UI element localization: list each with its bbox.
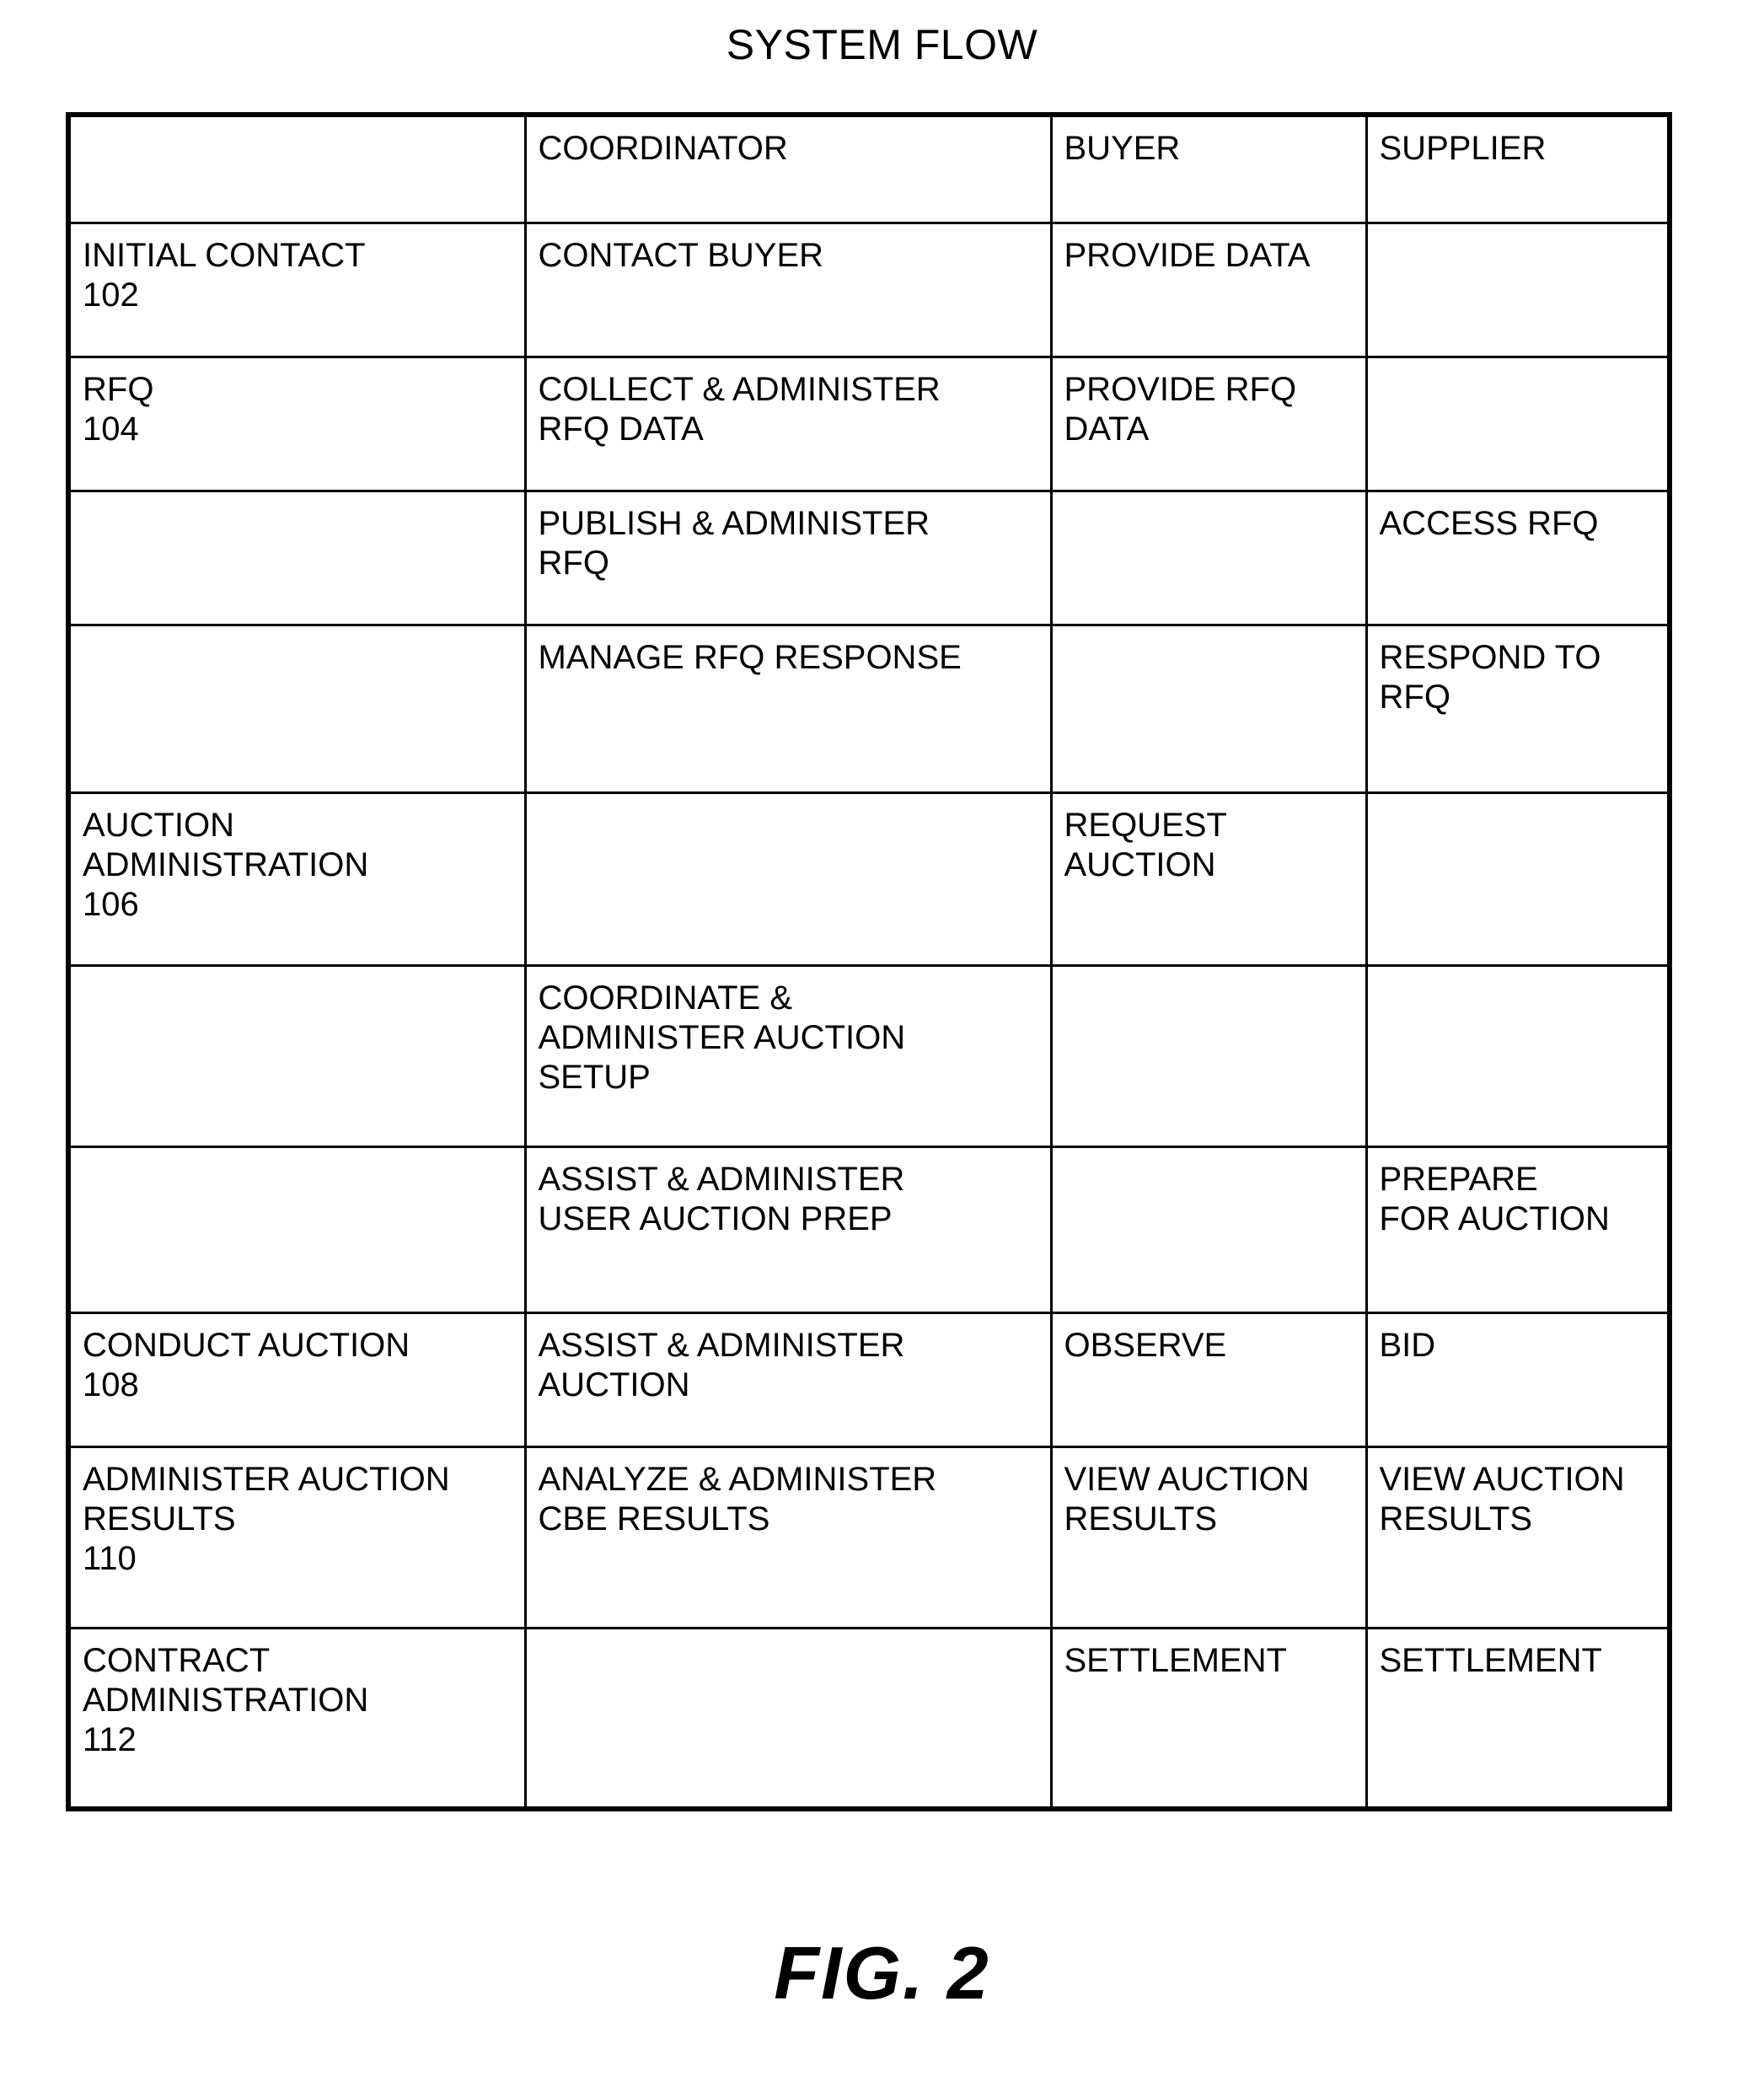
cell-supplier <box>1365 356 1671 492</box>
cell-buyer: SETTLEMENT <box>1049 1627 1368 1811</box>
cell-phase: INITIAL CONTACT 102 <box>67 222 527 358</box>
cell-supplier: ACCESS RFQ <box>1365 490 1671 626</box>
table-row: CONTRACT ADMINISTRATION 112 SETTLEMENT S… <box>67 1627 1671 1811</box>
cell-coordinator: COLLECT & ADMINISTER RFQ DATA <box>523 356 1053 492</box>
column-header-phase <box>67 113 527 224</box>
cell-supplier: RESPOND TO RFQ <box>1365 624 1671 794</box>
cell-buyer: PROVIDE DATA <box>1049 222 1368 358</box>
figure-caption: FIG. 2 <box>774 1931 990 2015</box>
cell-coordinator <box>523 791 1053 967</box>
table-row: INITIAL CONTACT 102 CONTACT BUYER PROVID… <box>67 222 1671 358</box>
cell-phase: CONTRACT ADMINISTRATION 112 <box>67 1627 527 1811</box>
cell-phase <box>67 1146 527 1314</box>
cell-phase <box>67 624 527 794</box>
cell-supplier: PREPARE FOR AUCTION <box>1365 1146 1671 1314</box>
cell-phase: AUCTION ADMINISTRATION 106 <box>67 791 527 967</box>
table-row: COORDINATE & ADMINISTER AUCTION SETUP <box>67 964 1671 1148</box>
system-flow-table: COORDINATOR BUYER SUPPLIER INITIAL CONTA… <box>66 112 1672 1811</box>
cell-coordinator: COORDINATE & ADMINISTER AUCTION SETUP <box>523 964 1053 1148</box>
column-header-buyer: BUYER <box>1049 113 1368 224</box>
cell-supplier: BID <box>1365 1312 1671 1448</box>
cell-supplier: SETTLEMENT <box>1365 1627 1671 1811</box>
cell-supplier <box>1365 964 1671 1148</box>
cell-buyer <box>1049 1146 1368 1314</box>
table-row: MANAGE RFQ RESPONSE RESPOND TO RFQ <box>67 624 1671 794</box>
cell-coordinator: ANALYZE & ADMINISTER CBE RESULTS <box>523 1446 1053 1629</box>
table-row: CONDUCT AUCTION 108 ASSIST & ADMINISTER … <box>67 1312 1671 1448</box>
cell-supplier <box>1365 791 1671 967</box>
column-header-coordinator: COORDINATOR <box>523 113 1053 224</box>
page-title: SYSTEM FLOW <box>726 21 1038 68</box>
cell-phase: ADMINISTER AUCTION RESULTS 110 <box>67 1446 527 1629</box>
table-header-row: COORDINATOR BUYER SUPPLIER <box>67 113 1671 224</box>
table-row: RFQ 104 COLLECT & ADMINISTER RFQ DATA PR… <box>67 356 1671 492</box>
table-row: PUBLISH & ADMINISTER RFQ ACCESS RFQ <box>67 490 1671 626</box>
cell-coordinator: CONTACT BUYER <box>523 222 1053 358</box>
cell-coordinator: ASSIST & ADMINISTER USER AUCTION PREP <box>523 1146 1053 1314</box>
cell-supplier: VIEW AUCTION RESULTS <box>1365 1446 1671 1629</box>
cell-buyer: VIEW AUCTION RESULTS <box>1049 1446 1368 1629</box>
cell-buyer <box>1049 964 1368 1148</box>
cell-phase <box>67 490 527 626</box>
cell-buyer: PROVIDE RFQ DATA <box>1049 356 1368 492</box>
cell-buyer <box>1049 490 1368 626</box>
table-row: ASSIST & ADMINISTER USER AUCTION PREP PR… <box>67 1146 1671 1314</box>
column-header-supplier: SUPPLIER <box>1365 113 1671 224</box>
table-row: AUCTION ADMINISTRATION 106 REQUEST AUCTI… <box>67 791 1671 967</box>
cell-supplier <box>1365 222 1671 358</box>
cell-buyer: REQUEST AUCTION <box>1049 791 1368 967</box>
cell-coordinator: PUBLISH & ADMINISTER RFQ <box>523 490 1053 626</box>
cell-phase: CONDUCT AUCTION 108 <box>67 1312 527 1448</box>
cell-coordinator: ASSIST & ADMINISTER AUCTION <box>523 1312 1053 1448</box>
cell-buyer: OBSERVE <box>1049 1312 1368 1448</box>
cell-phase: RFQ 104 <box>67 356 527 492</box>
cell-phase <box>67 964 527 1148</box>
cell-buyer <box>1049 624 1368 794</box>
cell-coordinator <box>523 1627 1053 1811</box>
cell-coordinator: MANAGE RFQ RESPONSE <box>523 624 1053 794</box>
table-row: ADMINISTER AUCTION RESULTS 110 ANALYZE &… <box>67 1446 1671 1629</box>
